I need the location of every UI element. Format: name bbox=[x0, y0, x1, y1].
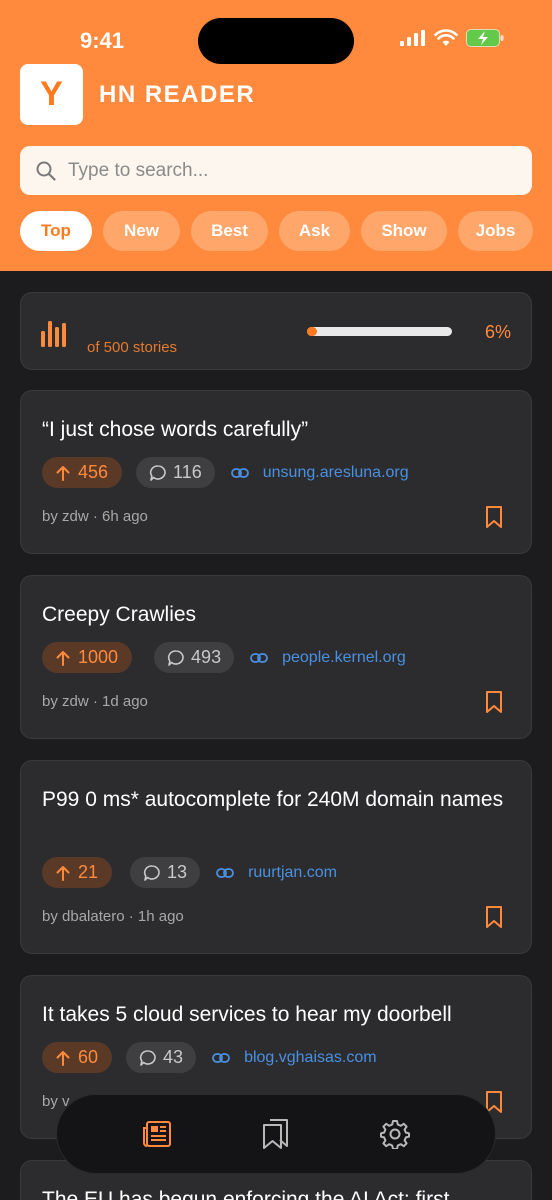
comments-count: 493 bbox=[191, 647, 222, 667]
story-domain-link[interactable]: ruurtjan.com bbox=[248, 864, 337, 882]
bar-chart-icon bbox=[41, 321, 66, 347]
progress-percent: 6% bbox=[484, 322, 511, 342]
story-byline: by dbalatero · 1h ago bbox=[42, 908, 184, 925]
link-icon bbox=[250, 652, 268, 663]
search-icon bbox=[36, 161, 56, 181]
reading-progress-card: of 500 stories 6% bbox=[20, 292, 532, 370]
tab-feed[interactable] bbox=[137, 1114, 177, 1154]
gear-icon bbox=[380, 1120, 411, 1149]
status-icons bbox=[400, 29, 504, 47]
tab-ask[interactable]: Ask bbox=[279, 211, 350, 251]
points-count: 456 bbox=[78, 462, 109, 482]
points-count: 21 bbox=[78, 862, 99, 882]
app-logo: Y bbox=[20, 64, 83, 125]
tab-best[interactable]: Best bbox=[191, 211, 268, 251]
story-title[interactable]: It takes 5 cloud services to hear my doo… bbox=[42, 1000, 511, 1030]
battery-icon bbox=[466, 29, 504, 47]
story-byline: by zdw · 6h ago bbox=[42, 508, 148, 525]
progress-bar bbox=[307, 327, 452, 336]
link-icon bbox=[212, 1052, 230, 1063]
comment-icon bbox=[143, 864, 160, 881]
header: 9:41 Y HN READER Type to search... Top N… bbox=[0, 0, 552, 271]
app-brand: Y HN READER bbox=[20, 64, 255, 125]
tab-jobs[interactable]: Jobs bbox=[458, 211, 533, 251]
search-input[interactable] bbox=[68, 159, 488, 182]
bookmark-icon[interactable] bbox=[485, 690, 503, 714]
comment-icon bbox=[167, 649, 184, 666]
comments-count: 116 bbox=[173, 462, 202, 482]
comments-count: 43 bbox=[163, 1047, 184, 1067]
upvote-button[interactable]: 1000 bbox=[42, 642, 133, 673]
story-title[interactable]: P99 0 ms* autocomplete for 240M domain n… bbox=[42, 785, 511, 815]
bookmark-icon[interactable] bbox=[485, 505, 503, 529]
story-title[interactable]: “I just chose words carefully” bbox=[42, 415, 511, 445]
arrow-up-icon bbox=[56, 865, 70, 881]
story-meta: 21 13 ruurtjan.com bbox=[42, 857, 337, 888]
comments-count: 13 bbox=[167, 862, 188, 882]
points-count: 1000 bbox=[78, 647, 119, 667]
bookmarks-icon bbox=[262, 1119, 288, 1149]
story-domain-link[interactable]: blog.vghaisas.com bbox=[244, 1049, 377, 1067]
story-domain-link[interactable]: people.kernel.org bbox=[282, 649, 406, 667]
tab-show[interactable]: Show bbox=[361, 211, 447, 251]
tab-bookmarks[interactable] bbox=[256, 1114, 296, 1154]
comments-button[interactable]: 13 bbox=[130, 857, 201, 888]
story-meta: 456 116 unsung.aresluna.org bbox=[42, 457, 409, 488]
comments-button[interactable]: 116 bbox=[136, 457, 215, 488]
comments-button[interactable]: 43 bbox=[126, 1042, 197, 1073]
feed-tabs: Top New Best Ask Show Jobs bbox=[20, 211, 533, 251]
dynamic-island bbox=[198, 18, 354, 64]
search-bar[interactable] bbox=[20, 146, 532, 195]
story-title[interactable]: The EU has begun enforcing the AI Act: f… bbox=[42, 1185, 511, 1200]
story-card[interactable]: “I just chose words carefully” 456 116 u… bbox=[20, 390, 532, 554]
progress-fill bbox=[307, 327, 318, 336]
newspaper-icon bbox=[142, 1121, 171, 1147]
story-title[interactable]: Creepy Crawlies bbox=[42, 600, 511, 630]
arrow-up-icon bbox=[56, 650, 70, 666]
comment-icon bbox=[139, 1049, 156, 1066]
tab-new[interactable]: New bbox=[103, 211, 180, 251]
story-card[interactable]: P99 0 ms* autocomplete for 240M domain n… bbox=[20, 760, 532, 954]
story-meta: 60 43 blog.vghaisas.com bbox=[42, 1042, 377, 1073]
link-icon bbox=[216, 867, 234, 878]
wifi-icon bbox=[434, 29, 458, 46]
story-domain-link[interactable]: unsung.aresluna.org bbox=[263, 464, 409, 482]
signal-icon bbox=[400, 30, 425, 46]
bookmark-icon[interactable] bbox=[485, 905, 503, 929]
bottom-tab-bar bbox=[56, 1094, 496, 1174]
tab-settings[interactable] bbox=[375, 1114, 415, 1154]
app-title: HN READER bbox=[99, 80, 256, 108]
upvote-button[interactable]: 456 bbox=[42, 457, 123, 488]
link-icon bbox=[230, 467, 249, 478]
points-count: 60 bbox=[78, 1047, 99, 1067]
story-byline: by zdw · 1d ago bbox=[42, 693, 148, 710]
upvote-button[interactable]: 21 bbox=[42, 857, 113, 888]
arrow-up-icon bbox=[56, 465, 70, 481]
status-bar: 9:41 bbox=[0, 0, 552, 64]
story-card[interactable]: Creepy Crawlies 1000 493 people.kernel.o… bbox=[20, 575, 532, 739]
progress-label: of 500 stories bbox=[87, 339, 178, 356]
status-time: 9:41 bbox=[80, 28, 125, 53]
comments-button[interactable]: 493 bbox=[154, 642, 235, 673]
arrow-up-icon bbox=[56, 1050, 70, 1066]
story-meta: 1000 493 people.kernel.org bbox=[42, 642, 406, 673]
tab-top[interactable]: Top bbox=[20, 211, 92, 251]
comment-icon bbox=[149, 464, 166, 481]
upvote-button[interactable]: 60 bbox=[42, 1042, 113, 1073]
